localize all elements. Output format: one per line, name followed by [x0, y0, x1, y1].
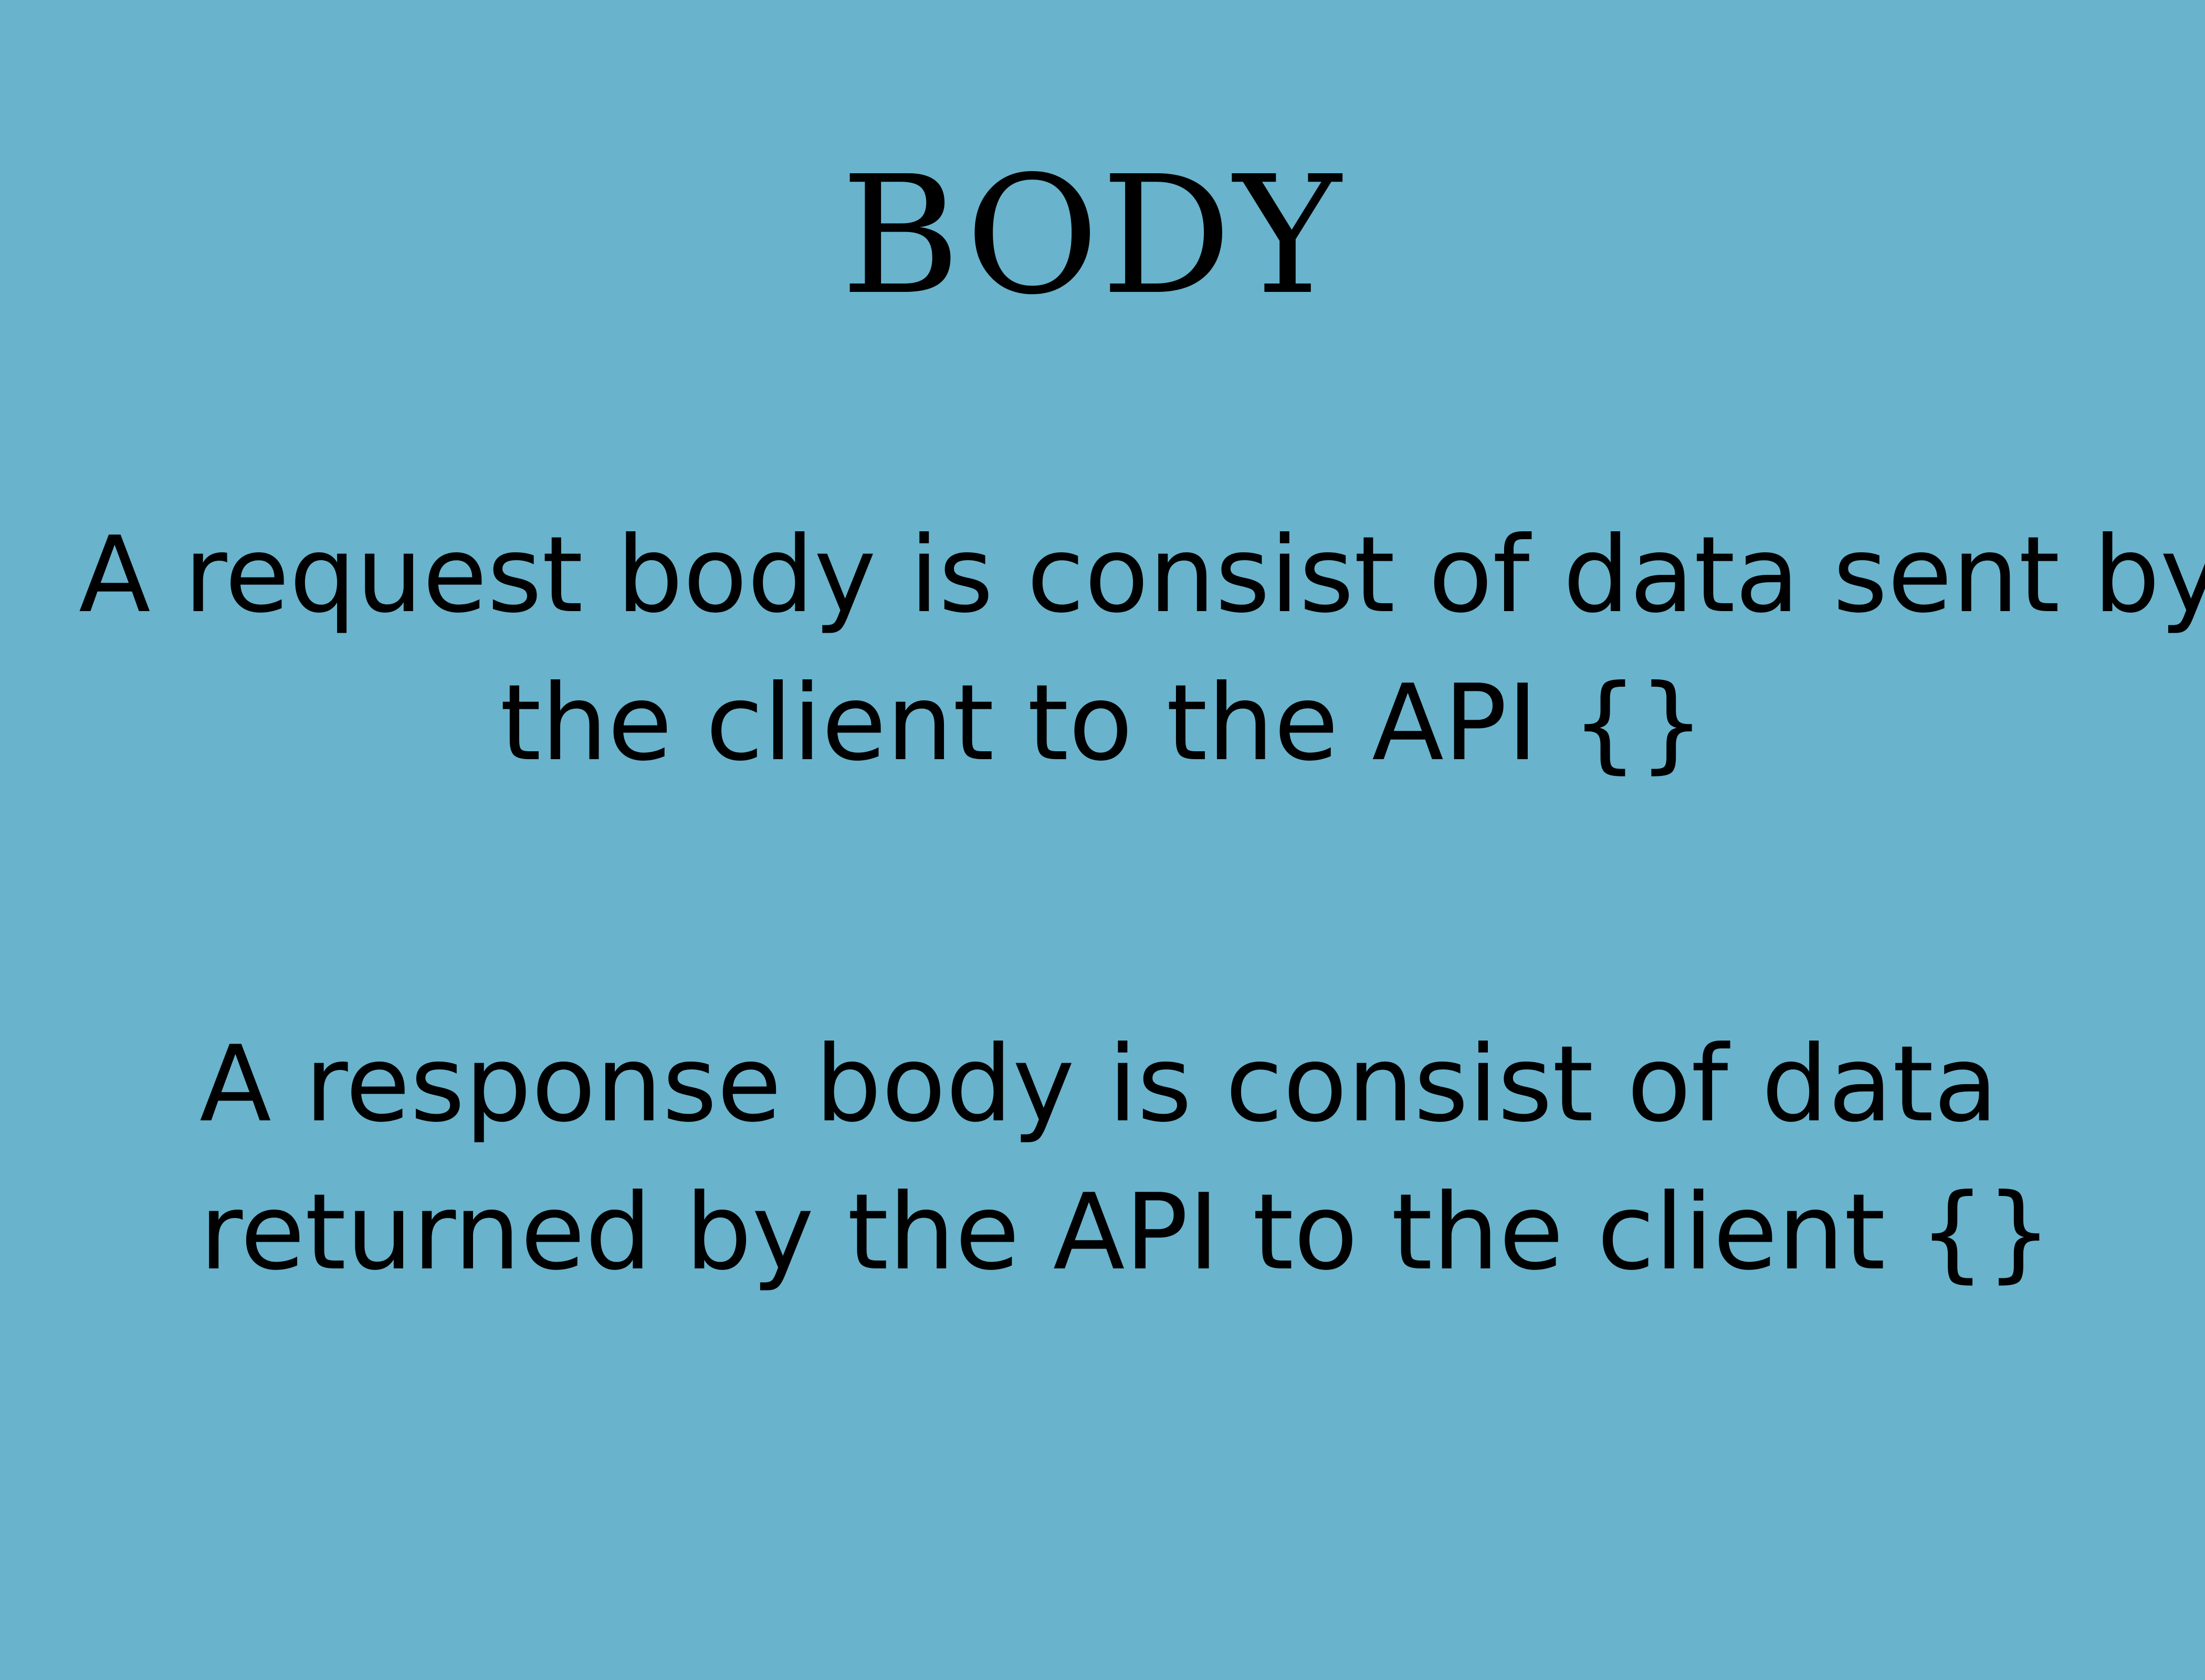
response-body-description: A response body is consist of data retur…: [200, 1011, 2053, 1307]
request-line-2: the client to the API {}: [500, 662, 1705, 784]
slide-title: BODY: [841, 141, 1343, 331]
slide-canvas: BODY A request body is consist of data s…: [0, 0, 2205, 1680]
request-line-1: A request body is consist of data sent b…: [79, 514, 2205, 636]
request-body-description: A request body is consist of data sent b…: [79, 501, 2205, 797]
response-line-2: returned by the API to the client {}: [200, 1171, 2053, 1294]
response-line-1: A response body is consist of data: [200, 1023, 1998, 1146]
